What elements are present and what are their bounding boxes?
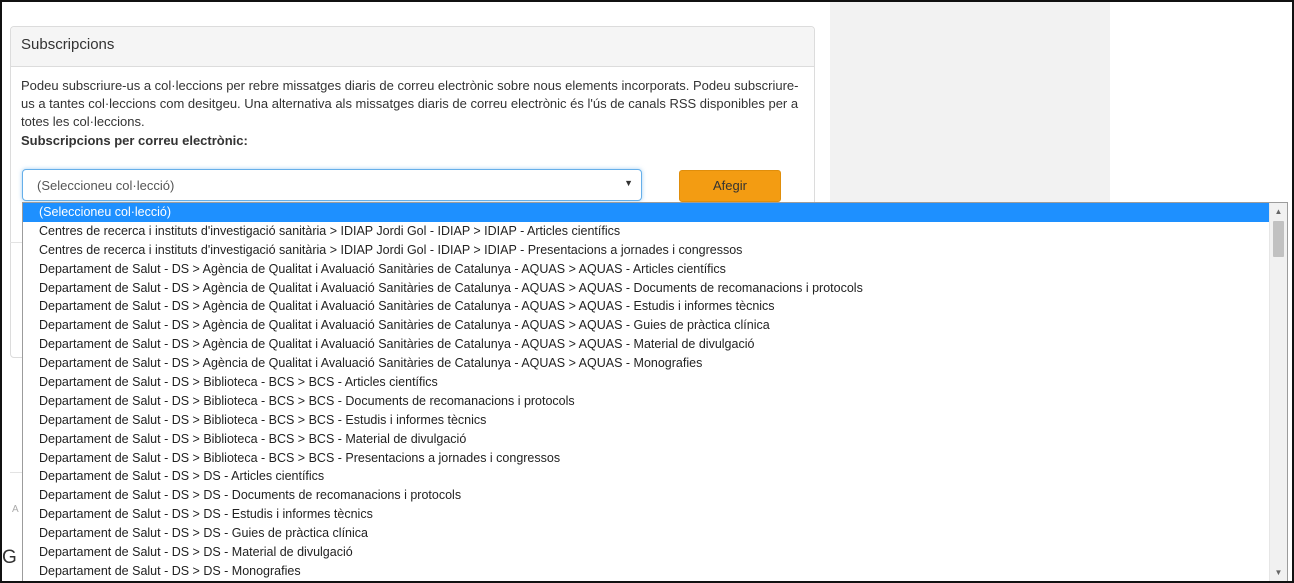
background-divider (10, 242, 22, 243)
add-button[interactable]: Afegir (679, 170, 781, 202)
dropdown-option[interactable]: Departament de Salut - DS > DS - Article… (23, 467, 1269, 486)
collection-dropdown-list[interactable]: (Seleccioneu col·lecció) Centres de recer… (22, 202, 1288, 581)
right-sidebar (830, 2, 1110, 202)
dropdown-option[interactable]: Departament de Salut - DS > Biblioteca -… (23, 449, 1269, 468)
caret-down-icon: ▼ (624, 178, 633, 188)
scroll-down-arrow-icon[interactable]: ▼ (1270, 564, 1287, 581)
dropdown-option[interactable]: Departament de Salut - DS > Agència de Q… (23, 335, 1269, 354)
dropdown-option[interactable]: Departament de Salut - DS > DS - Documen… (23, 486, 1269, 505)
panel-body: Podeu subscriure-us a col·leccions per r… (11, 67, 814, 160)
email-subscriptions-label: Subscripcions per correu electrònic: (21, 133, 248, 148)
background-text-fragment: A (12, 504, 19, 515)
dropdown-option[interactable]: Departament de Salut - DS > Agència de Q… (23, 260, 1269, 279)
dropdown-option[interactable]: Departament de Salut - DS > Agència de Q… (23, 297, 1269, 316)
collection-select-value: (Seleccioneu col·lecció) (37, 178, 175, 193)
dropdown-option[interactable]: Departament de Salut - DS > Biblioteca -… (23, 430, 1269, 449)
dropdown-option[interactable]: Departament de Salut - DS > DS - Guies d… (23, 524, 1269, 543)
dropdown-option[interactable]: Departament de Salut - DS > Biblioteca -… (23, 392, 1269, 411)
dropdown-option[interactable]: Departament de Salut - DS > Biblioteca -… (23, 411, 1269, 430)
dropdown-options: (Seleccioneu col·lecció) Centres de recer… (23, 203, 1287, 581)
dropdown-option[interactable]: Departament de Salut - DS > Agència de Q… (23, 354, 1269, 373)
dropdown-option[interactable]: Departament de Salut - DS > DS - Materia… (23, 543, 1269, 562)
panel-title: Subscripcions (11, 27, 814, 67)
dropdown-option[interactable]: Departament de Salut - DS > Agència de Q… (23, 316, 1269, 335)
dropdown-option[interactable]: Departament de Salut - DS > DS - Monogra… (23, 562, 1269, 581)
page-frame: Subscripcions Podeu subscriure-us a col·… (0, 0, 1294, 583)
subscriptions-description: Podeu subscriure-us a col·leccions per r… (21, 78, 799, 129)
dropdown-option[interactable]: Departament de Salut - DS > Agència de Q… (23, 279, 1269, 298)
background-text-fragment: G (2, 547, 17, 568)
background-divider (10, 472, 22, 473)
dropdown-scrollbar[interactable]: ▲ ▼ (1269, 203, 1287, 581)
dropdown-option[interactable]: Centres de recerca i instituts d'investi… (23, 222, 1269, 241)
dropdown-option[interactable]: Centres de recerca i instituts d'investi… (23, 241, 1269, 260)
scroll-up-arrow-icon[interactable]: ▲ (1270, 203, 1287, 220)
dropdown-option[interactable]: Departament de Salut - DS > Biblioteca -… (23, 373, 1269, 392)
dropdown-option[interactable]: (Seleccioneu col·lecció) (23, 203, 1269, 222)
scrollbar-thumb[interactable] (1273, 221, 1284, 257)
dropdown-option[interactable]: Departament de Salut - DS > DS - Estudis… (23, 505, 1269, 524)
collection-select[interactable]: (Seleccioneu col·lecció) ▼ (22, 169, 642, 201)
